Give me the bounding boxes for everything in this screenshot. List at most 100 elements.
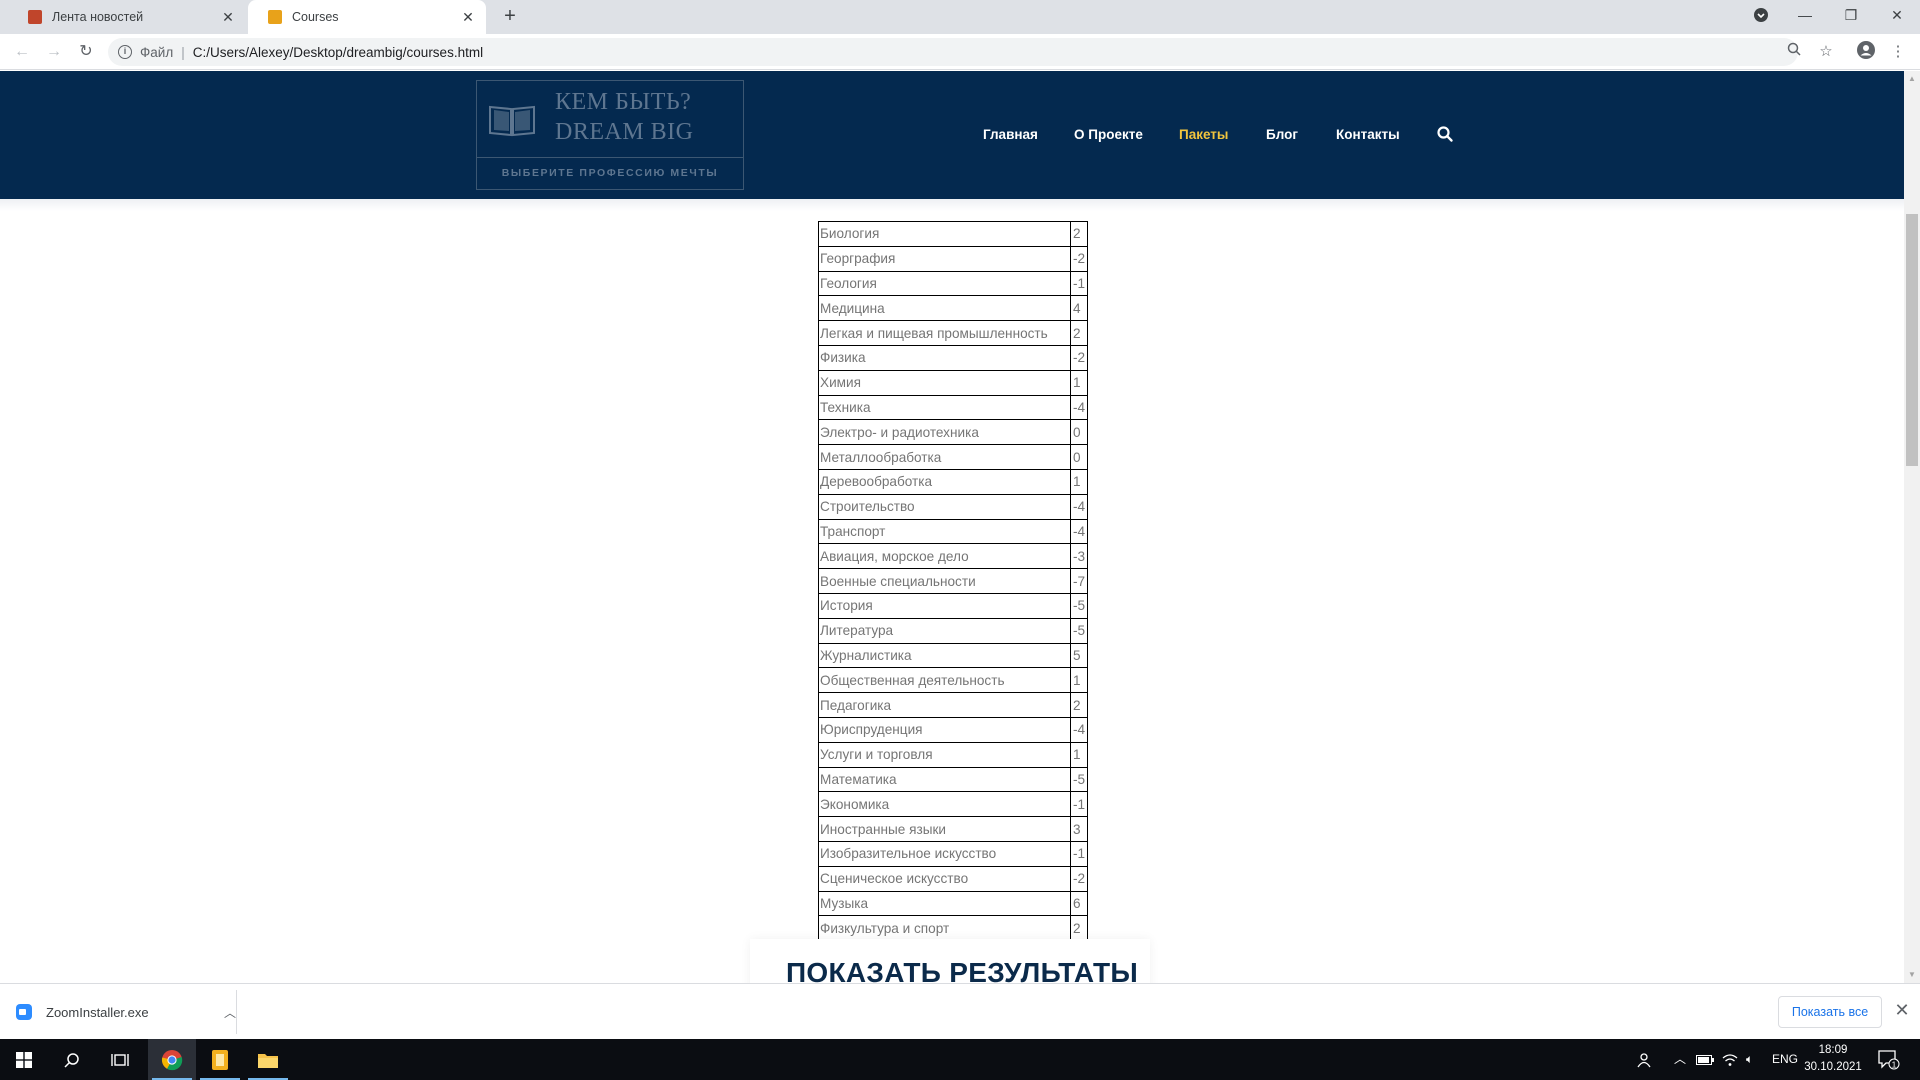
table-row: Иностранные языки 3 [818,816,1089,842]
reload-icon[interactable]: ↻ [74,40,98,64]
close-tab-icon[interactable]: ✕ [220,9,236,26]
tab-title: Courses [292,10,339,24]
chrome-taskbar-icon[interactable] [148,1039,196,1080]
course-score-cell: -7 [1069,568,1089,594]
windows-start-icon[interactable] [0,1039,48,1080]
open-book-icon [489,105,535,137]
new-tab-button[interactable]: + [498,5,522,29]
table-row: Геология -1 [818,270,1089,297]
minimize-button[interactable]: — [1782,0,1828,30]
show-results-button[interactable]: ПОКАЗАТЬ РЕЗУЛЬТАТЫ [750,939,1150,983]
logo-line-1: КЕМ БЫТЬ? [555,89,692,115]
close-tab-icon[interactable]: ✕ [460,9,476,26]
scrollbar-thumb[interactable] [1906,214,1918,466]
course-name-cell: Химия [818,369,1071,396]
search-icon[interactable] [1436,125,1454,143]
table-row: Сценическое искусство -2 [818,865,1089,892]
course-name-cell: Строительство [818,493,1071,520]
close-shelf-icon[interactable]: ✕ [1892,1000,1912,1020]
search-icon[interactable] [48,1039,96,1080]
course-score-cell: 1 [1069,741,1089,768]
table-row: Юриспруденция -4 [818,716,1089,743]
table-row: Военные специальности -7 [818,568,1089,594]
table-row: Транспорт -4 [818,518,1089,545]
task-view-icon[interactable] [96,1039,144,1080]
volume-icon[interactable]: 🔈︎ [1746,1039,1753,1080]
course-name-cell: Педагогика [818,692,1071,718]
forward-arrow-icon[interactable]: → [42,40,66,64]
tray-chevron-up-icon[interactable]: ︿ [1674,1039,1686,1080]
tab-title: Лента новостей [52,10,144,24]
nav-about[interactable]: О Проекте [1074,71,1143,199]
notifications-icon[interactable]: 1 [1878,1039,1900,1080]
tab-courses[interactable]: Courses ✕ [248,0,486,34]
chevron-up-icon[interactable]: ︿ [224,1004,236,1021]
course-name-cell: Услуги и торговля [818,741,1071,768]
page-viewport: КЕМ БЫТЬ? DREAM BIG ВЫБЕРИТЕ ПРОФЕССИЮ М… [0,71,1920,983]
header-shadow [0,199,1904,211]
sticky-app-taskbar-icon[interactable] [196,1039,244,1080]
table-row: История -5 [818,592,1089,619]
address-bar[interactable]: i Файл | C:/Users/Alexey/Desktop/dreambi… [108,38,1798,66]
nav-packages[interactable]: Пакеты [1179,71,1228,199]
logo-line-2: DREAM BIG [555,119,694,145]
nav-blog[interactable]: Блог [1266,71,1298,199]
nav-contacts[interactable]: Контакты [1336,71,1400,199]
course-score-cell: -5 [1069,766,1089,793]
back-arrow-icon[interactable]: ← [10,40,34,64]
course-name-cell: Иностранные языки [818,816,1071,842]
notification-count: 1 [1892,1059,1897,1069]
download-item[interactable]: ZoomInstaller.exe ︿ [16,994,236,1030]
show-all-button[interactable]: Показать все [1778,996,1882,1028]
course-score-cell: 2 [1069,692,1089,718]
info-icon[interactable]: i [118,45,132,59]
people-icon[interactable] [1636,1039,1652,1080]
url-text[interactable]: C:/Users/Alexey/Desktop/dreambig/courses… [193,45,483,60]
course-score-cell: 0 [1069,419,1089,446]
tab-news-feed[interactable]: Лента новостей ✕ [8,0,246,34]
table-row: Техника -4 [818,394,1089,421]
scroll-up-arrow-icon[interactable]: ▲ [1904,71,1920,87]
profile-dropdown-icon[interactable] [1738,0,1784,30]
menu-kebab-icon[interactable]: ⋮ [1886,40,1910,64]
input-language[interactable]: ENG [1772,1039,1798,1080]
site-logo[interactable]: КЕМ БЫТЬ? DREAM BIG ВЫБЕРИТЕ ПРОФЕССИЮ М… [476,80,744,190]
course-score-cell: -1 [1069,840,1089,867]
close-window-button[interactable]: ✕ [1874,0,1920,30]
table-row: Строительство -4 [818,493,1089,520]
scroll-down-arrow-icon[interactable]: ▼ [1904,967,1920,983]
nav-home[interactable]: Главная [983,71,1038,199]
table-row: Математика -5 [818,766,1089,793]
clock[interactable]: 18:09 30.10.2021 [1798,1042,1868,1076]
course-name-cell: Легкая и пищевая промышленность [818,320,1071,346]
download-filename: ZoomInstaller.exe [46,1004,149,1020]
site-header: КЕМ БЫТЬ? DREAM BIG ВЫБЕРИТЕ ПРОФЕССИЮ М… [0,71,1904,199]
table-row: Георграфия -2 [818,245,1089,272]
clock-time: 18:09 [1818,1044,1848,1056]
address-separator: | [181,44,185,60]
wifi-icon[interactable] [1722,1039,1738,1080]
zoom-icon[interactable] [1782,40,1806,64]
course-name-cell: Георграфия [818,245,1071,272]
battery-icon[interactable] [1696,1039,1714,1080]
course-score-cell: -4 [1069,716,1089,743]
course-score-cell: -5 [1069,592,1089,619]
course-name-cell: Физкультура и спорт [818,915,1071,942]
course-score-cell: 6 [1069,890,1089,917]
course-name-cell: Литература [818,617,1071,644]
file-explorer-taskbar-icon[interactable] [244,1039,292,1080]
table-row: Химия 1 [818,369,1089,396]
course-score-cell: 1 [1069,369,1089,396]
course-score-cell: 3 [1069,816,1089,842]
restore-button[interactable]: ❐ [1828,0,1874,30]
table-row: Экономика -1 [818,791,1089,818]
profile-avatar-icon[interactable] [1854,40,1878,64]
course-name-cell: Экономика [818,791,1071,818]
course-name-cell: Физика [818,344,1071,371]
bookmark-star-icon[interactable]: ☆ [1814,40,1838,64]
course-score-cell: 4 [1069,295,1089,322]
table-row: Биология 2 [818,221,1089,247]
page-scrollbar[interactable]: ▲ ▼ [1904,71,1920,983]
course-score-cell: -1 [1069,791,1089,818]
course-score-cell: -2 [1069,865,1089,892]
